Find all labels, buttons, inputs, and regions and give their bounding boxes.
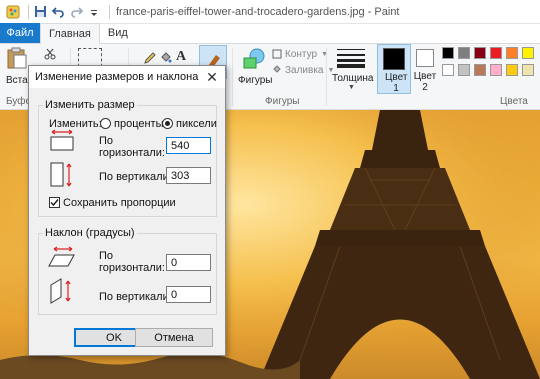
outline-icon — [272, 49, 282, 59]
skew-h-label-2: горизонтали: — [99, 262, 165, 274]
close-icon[interactable]: ✕ — [203, 68, 221, 86]
tab-file[interactable]: Файл — [0, 23, 40, 43]
paint-app-icon — [6, 5, 20, 19]
outline-label: Контур — [285, 48, 318, 60]
pixels-radio[interactable] — [162, 118, 173, 129]
palette-swatch[interactable] — [442, 64, 454, 76]
cancel-button[interactable]: Отмена — [135, 328, 213, 347]
palette-swatch[interactable] — [490, 64, 502, 76]
palette-swatch[interactable] — [458, 64, 470, 76]
fill-label: Заливка — [285, 64, 324, 76]
resize-group-label: Изменить размер — [43, 99, 137, 111]
palette-swatch[interactable] — [506, 64, 518, 76]
width-label-2: горизонтали: — [99, 147, 165, 159]
undo-icon[interactable] — [51, 5, 65, 19]
title-separator — [28, 4, 29, 19]
color2-label: Цвет 2 — [413, 71, 437, 93]
vertical-skew-icon — [50, 278, 71, 304]
palette-swatch[interactable] — [522, 64, 534, 76]
skew-h-label-1: По — [99, 250, 114, 262]
cut-icon[interactable] — [44, 48, 56, 63]
colors-group-label: Цвета — [500, 96, 528, 107]
palette-swatch[interactable] — [522, 47, 534, 59]
ribbon-separator — [232, 48, 233, 106]
width-label-1: По — [99, 135, 114, 147]
palette-swatch[interactable] — [490, 47, 502, 59]
percent-label[interactable]: проценты — [114, 118, 164, 130]
window-title: france-paris-eiffel-tower-and-trocadero-… — [116, 5, 400, 18]
palette-swatch[interactable] — [474, 64, 486, 76]
color2-swatch — [416, 49, 434, 67]
thickness-button[interactable]: Толщина ▼ — [332, 46, 374, 94]
line-thickness-icon — [337, 49, 365, 68]
dialog-title-bar: Изменение размеров и наклона ✕ — [29, 66, 225, 88]
outline-dropdown[interactable]: Контур ▼ — [272, 47, 328, 61]
title-bar: france-paris-eiffel-tower-and-trocadero-… — [0, 0, 540, 24]
skew-v-label: По вертикали: — [99, 291, 172, 303]
palette-swatch[interactable] — [458, 47, 470, 59]
title-separator — [109, 4, 110, 19]
shapes-label: Фигуры — [238, 75, 273, 86]
skew-horizontal-input[interactable] — [166, 254, 211, 271]
vertical-resize-icon — [50, 162, 72, 187]
keep-ratio-checkbox[interactable] — [49, 197, 60, 208]
palette-swatch[interactable] — [474, 47, 486, 59]
checkmark-icon — [50, 199, 59, 207]
fill-icon — [273, 65, 281, 73]
skew-vertical-input[interactable] — [166, 286, 211, 303]
thickness-label: Толщина — [332, 73, 374, 84]
color1-button[interactable]: Цвет 1 — [377, 44, 411, 94]
color1-label: Цвет 1 — [385, 72, 408, 94]
palette-swatch[interactable] — [506, 47, 518, 59]
skew-group-label: Наклон (градусы) — [43, 227, 137, 239]
text-tool-icon[interactable]: A — [176, 49, 186, 65]
shapes-icon — [243, 48, 265, 69]
palette-swatch[interactable] — [442, 47, 454, 59]
height-label: По вертикали: — [99, 171, 172, 183]
customize-toolbar-icon[interactable] — [87, 5, 101, 19]
horizontal-skew-icon — [48, 246, 75, 267]
chevron-down-icon: ▼ — [348, 84, 355, 91]
shapes-group-label: Фигуры — [265, 96, 300, 107]
keep-ratio-label[interactable]: Сохранить пропорции — [63, 197, 176, 209]
save-icon[interactable] — [33, 5, 47, 19]
horizontal-resize-icon — [50, 129, 74, 151]
height-input[interactable] — [166, 167, 211, 184]
width-input[interactable] — [166, 137, 211, 154]
tab-home[interactable]: Главная — [40, 23, 100, 44]
resize-skew-dialog: Изменение размеров и наклона ✕ Изменить … — [28, 65, 226, 356]
paste-button[interactable]: Встав — [4, 47, 33, 93]
redo-icon[interactable] — [69, 5, 83, 19]
ribbon-tabs: Файл Главная Вид — [0, 23, 540, 44]
color1-swatch — [383, 48, 405, 70]
shapes-button[interactable]: Фигуры — [238, 46, 273, 92]
pixels-label[interactable]: пиксели — [176, 118, 217, 130]
dialog-title: Изменение размеров и наклона — [35, 71, 199, 83]
color2-button[interactable]: Цвет 2 — [413, 44, 439, 94]
clipboard-icon — [7, 47, 27, 69]
tab-view[interactable]: Вид — [100, 23, 136, 43]
ribbon-separator — [326, 48, 327, 106]
percent-radio[interactable] — [100, 118, 111, 129]
